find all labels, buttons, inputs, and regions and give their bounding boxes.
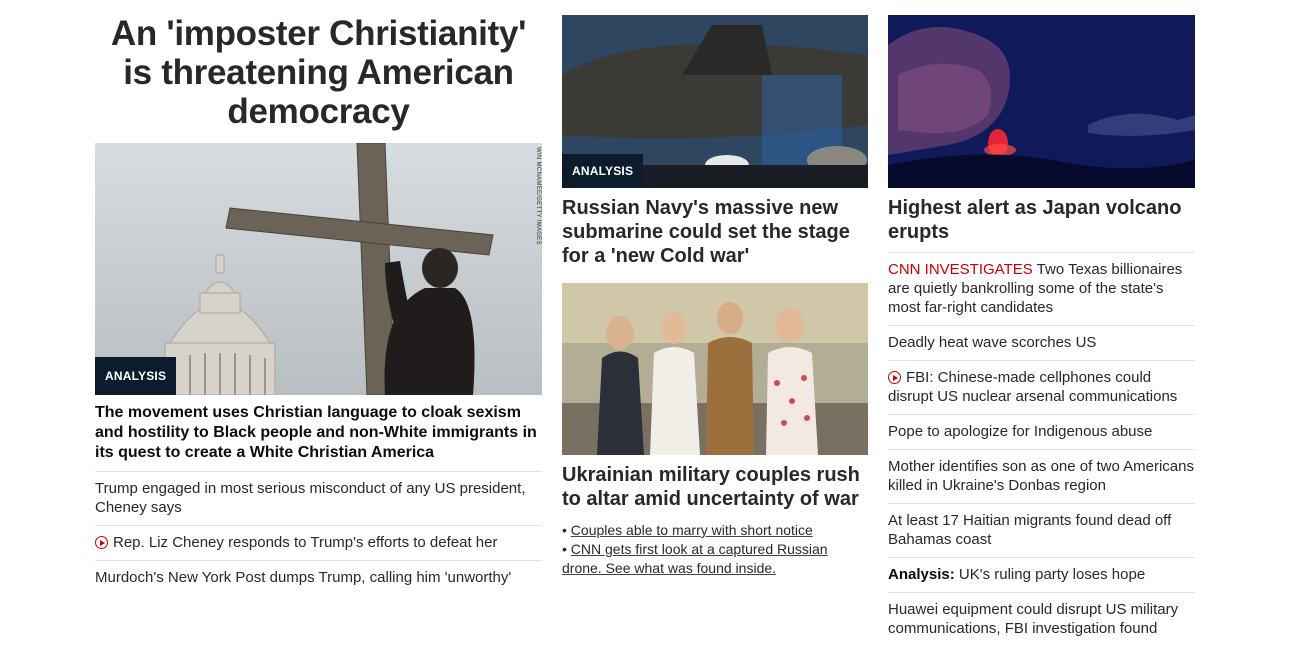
lead-image-link[interactable]: WIN MCNAMEE/GETTY IMAGES ANALYSIS (95, 143, 542, 395)
headline-link[interactable]: Mother identifies son as one of two Amer… (888, 458, 1194, 494)
lead-headline: An 'imposter Christianity' is threatenin… (110, 14, 527, 131)
wedding-image-link[interactable] (562, 283, 868, 455)
headline-link[interactable]: Huawei equipment could disrupt US milita… (888, 601, 1178, 637)
headline-link[interactable]: Pope to apologize for Indigenous abuse (888, 423, 1152, 440)
bullet-text: CNN gets first look at a captured Russia… (562, 541, 828, 576)
lead-subhead-link[interactable]: The movement uses Christian language to … (95, 403, 542, 463)
related-link[interactable]: Murdoch's New York Post dumps Trump, cal… (95, 569, 511, 586)
submarine-image: ANALYSIS (562, 15, 868, 188)
volcano-image-link[interactable] (888, 15, 1195, 188)
list-item[interactable]: Huawei equipment could disrupt US milita… (888, 592, 1195, 646)
headline-prefix: Analysis: (888, 566, 955, 583)
headline-link[interactable]: At least 17 Haitian migrants found dead … (888, 512, 1171, 548)
lead-headline-link[interactable]: An 'imposter Christianity' is threatenin… (95, 14, 542, 131)
related-link[interactable]: Trump engaged in most serious misconduct… (95, 480, 526, 516)
photo-credit: WIN MCNAMEE/GETTY IMAGES (535, 147, 541, 245)
lead-related-list: Trump engaged in most serious misconduct… (95, 471, 542, 595)
submarine-image-link[interactable]: ANALYSIS (562, 15, 868, 188)
analysis-badge: ANALYSIS (562, 154, 644, 188)
headline-link[interactable]: Deadly heat wave scorches US (888, 334, 1096, 351)
headline-text: FBI: Chinese-made cellphones could disru… (888, 369, 1178, 405)
list-item[interactable]: Trump engaged in most serious misconduct… (95, 471, 542, 525)
list-item[interactable]: Mother identifies son as one of two Amer… (888, 449, 1195, 503)
bullet-link[interactable]: • Couples able to marry with short notic… (562, 522, 813, 538)
list-item[interactable]: Analysis: UK's ruling party loses hope (888, 557, 1195, 592)
related-text: Rep. Liz Cheney responds to Trump's effo… (113, 534, 498, 551)
wedding-headline: Ukrainian military couples rush to altar… (562, 464, 860, 510)
headline-text: UK's ruling party loses hope (958, 566, 1146, 583)
list-item[interactable]: At least 17 Haitian migrants found dead … (888, 503, 1195, 557)
wedding-image (562, 283, 868, 455)
volcano-illustration (888, 15, 1195, 188)
list-item[interactable]: Deadly heat wave scorches US (888, 325, 1195, 360)
list-item[interactable]: CNN INVESTIGATES Two Texas billionaires … (888, 252, 1195, 325)
list-item[interactable]: • Couples able to marry with short notic… (562, 521, 868, 540)
headline-link[interactable]: Analysis: UK's ruling party loses hope (888, 566, 1145, 583)
right-column: Highest alert as Japan volcano erupts CN… (888, 0, 1195, 646)
play-video-icon (888, 371, 901, 384)
headline-text: Mother identifies son as one of two Amer… (888, 458, 1194, 494)
lead-story: An 'imposter Christianity' is threatenin… (95, 0, 542, 595)
volcano-headline-link[interactable]: Highest alert as Japan volcano erupts (888, 196, 1195, 244)
list-item[interactable]: Rep. Liz Cheney responds to Trump's effo… (95, 525, 542, 560)
list-item[interactable]: • CNN gets first look at a captured Russ… (562, 540, 868, 578)
headline-link[interactable]: CNN INVESTIGATES Two Texas billionaires … (888, 261, 1182, 316)
play-video-icon (95, 536, 108, 549)
wedding-illustration (562, 283, 868, 455)
bullet-text: Couples able to marry with short notice (570, 522, 813, 538)
headline-text: Huawei equipment could disrupt US milita… (888, 601, 1179, 637)
wedding-bullets: • Couples able to marry with short notic… (562, 521, 868, 578)
list-item[interactable]: Murdoch's New York Post dumps Trump, cal… (95, 560, 542, 595)
volcano-headline: Highest alert as Japan volcano erupts (888, 197, 1182, 243)
center-column: ANALYSIS Russian Navy's massive new subm… (562, 0, 868, 578)
headline-text: Pope to apologize for Indigenous abuse (888, 423, 1153, 440)
lead-subhead: The movement uses Christian language to … (95, 404, 537, 461)
headline-link[interactable]: FBI: Chinese-made cellphones could disru… (888, 369, 1177, 405)
headline-text: At least 17 Haitian migrants found dead … (888, 512, 1172, 548)
bullet-link[interactable]: • CNN gets first look at a captured Russ… (562, 541, 828, 576)
headline-text: Deadly heat wave scorches US (888, 334, 1097, 351)
lead-image-capitol-cross: WIN MCNAMEE/GETTY IMAGES ANALYSIS (95, 143, 542, 395)
list-item[interactable]: FBI: Chinese-made cellphones could disru… (888, 360, 1195, 414)
analysis-badge: ANALYSIS (95, 357, 177, 395)
headline-list: CNN INVESTIGATES Two Texas billionaires … (888, 252, 1195, 646)
list-item[interactable]: Pope to apologize for Indigenous abuse (888, 414, 1195, 449)
submarine-headline-link[interactable]: Russian Navy's massive new submarine cou… (562, 196, 868, 268)
related-link[interactable]: Rep. Liz Cheney responds to Trump's effo… (95, 534, 497, 551)
wedding-headline-link[interactable]: Ukrainian military couples rush to altar… (562, 463, 868, 511)
related-text: Trump engaged in most serious misconduct… (95, 480, 526, 516)
submarine-headline: Russian Navy's massive new submarine cou… (562, 197, 850, 267)
related-text: Murdoch's New York Post dumps Trump, cal… (95, 569, 512, 586)
headline-prefix: CNN INVESTIGATES (888, 261, 1033, 278)
volcano-image (888, 15, 1195, 188)
